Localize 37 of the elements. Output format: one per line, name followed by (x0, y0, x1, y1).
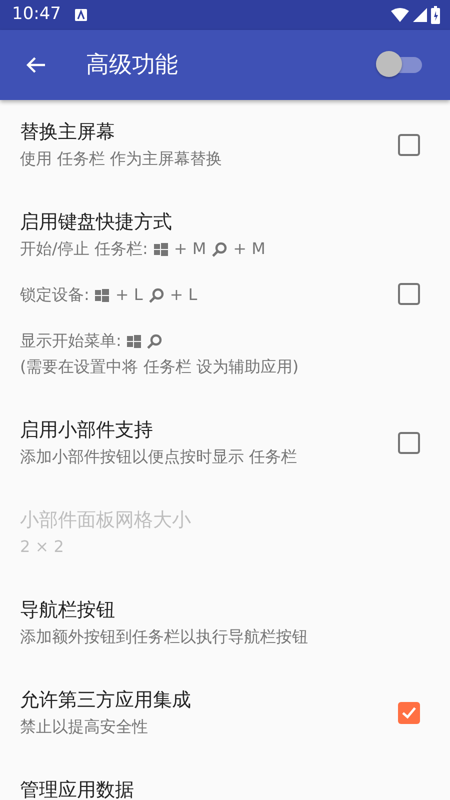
search-key-icon (147, 334, 162, 348)
screen-title: 高级功能 (86, 50, 178, 80)
preference-title[interactable]: 启用键盘快捷方式 (20, 208, 398, 236)
checkbox[interactable] (398, 702, 420, 724)
preference-summary: 禁止以提高安全性 (20, 716, 148, 738)
clock-text: 10:47 (12, 3, 61, 26)
wifi-icon (391, 8, 409, 22)
windows-key-icon (127, 334, 142, 348)
preference-title[interactable]: 导航栏按钮 (20, 596, 430, 624)
notification-icon (75, 9, 87, 21)
shortcut-text: + M (174, 238, 206, 260)
checkbox[interactable] (398, 432, 420, 454)
shortcut-text: + L (170, 284, 198, 306)
search-key-icon (148, 288, 164, 302)
search-key-icon (212, 242, 228, 256)
checkbox[interactable] (398, 134, 420, 156)
preference-title[interactable]: 管理应用数据 (20, 776, 430, 800)
preference-summary: 使用 任务栏 作为主屏幕替换 (20, 148, 222, 170)
preference-title[interactable]: 启用小部件支持 (20, 416, 398, 444)
toggle-switch[interactable] (376, 51, 422, 79)
preference-title[interactable]: 替换主屏幕 (20, 118, 398, 146)
shortcut-text: + L (115, 284, 143, 306)
shortcut-text: + M (233, 238, 266, 260)
preference-summary: 添加额外按钮到任务栏以执行导航栏按钮 (20, 626, 308, 648)
preference-title[interactable]: 允许第三方应用集成 (20, 686, 398, 714)
windows-key-icon (95, 288, 110, 302)
shortcut-text: 显示开始菜单: (20, 330, 122, 352)
shortcut-text: 开始/停止 任务栏: (20, 238, 148, 260)
battery-icon (431, 6, 440, 24)
preference-summary: 2 × 2 (20, 536, 64, 558)
preference-summary: (需要在设置中将 任务栏 设为辅助应用) (20, 356, 299, 378)
signal-icon (413, 8, 427, 22)
preference-summary: 添加小部件按钮以便点按时显示 任务栏 (20, 446, 298, 468)
shortcut-text: 锁定设备: (20, 284, 90, 306)
checkbox[interactable] (398, 283, 420, 305)
preference-title: 小部件面板网格大小 (20, 508, 192, 533)
windows-key-icon (154, 242, 168, 256)
